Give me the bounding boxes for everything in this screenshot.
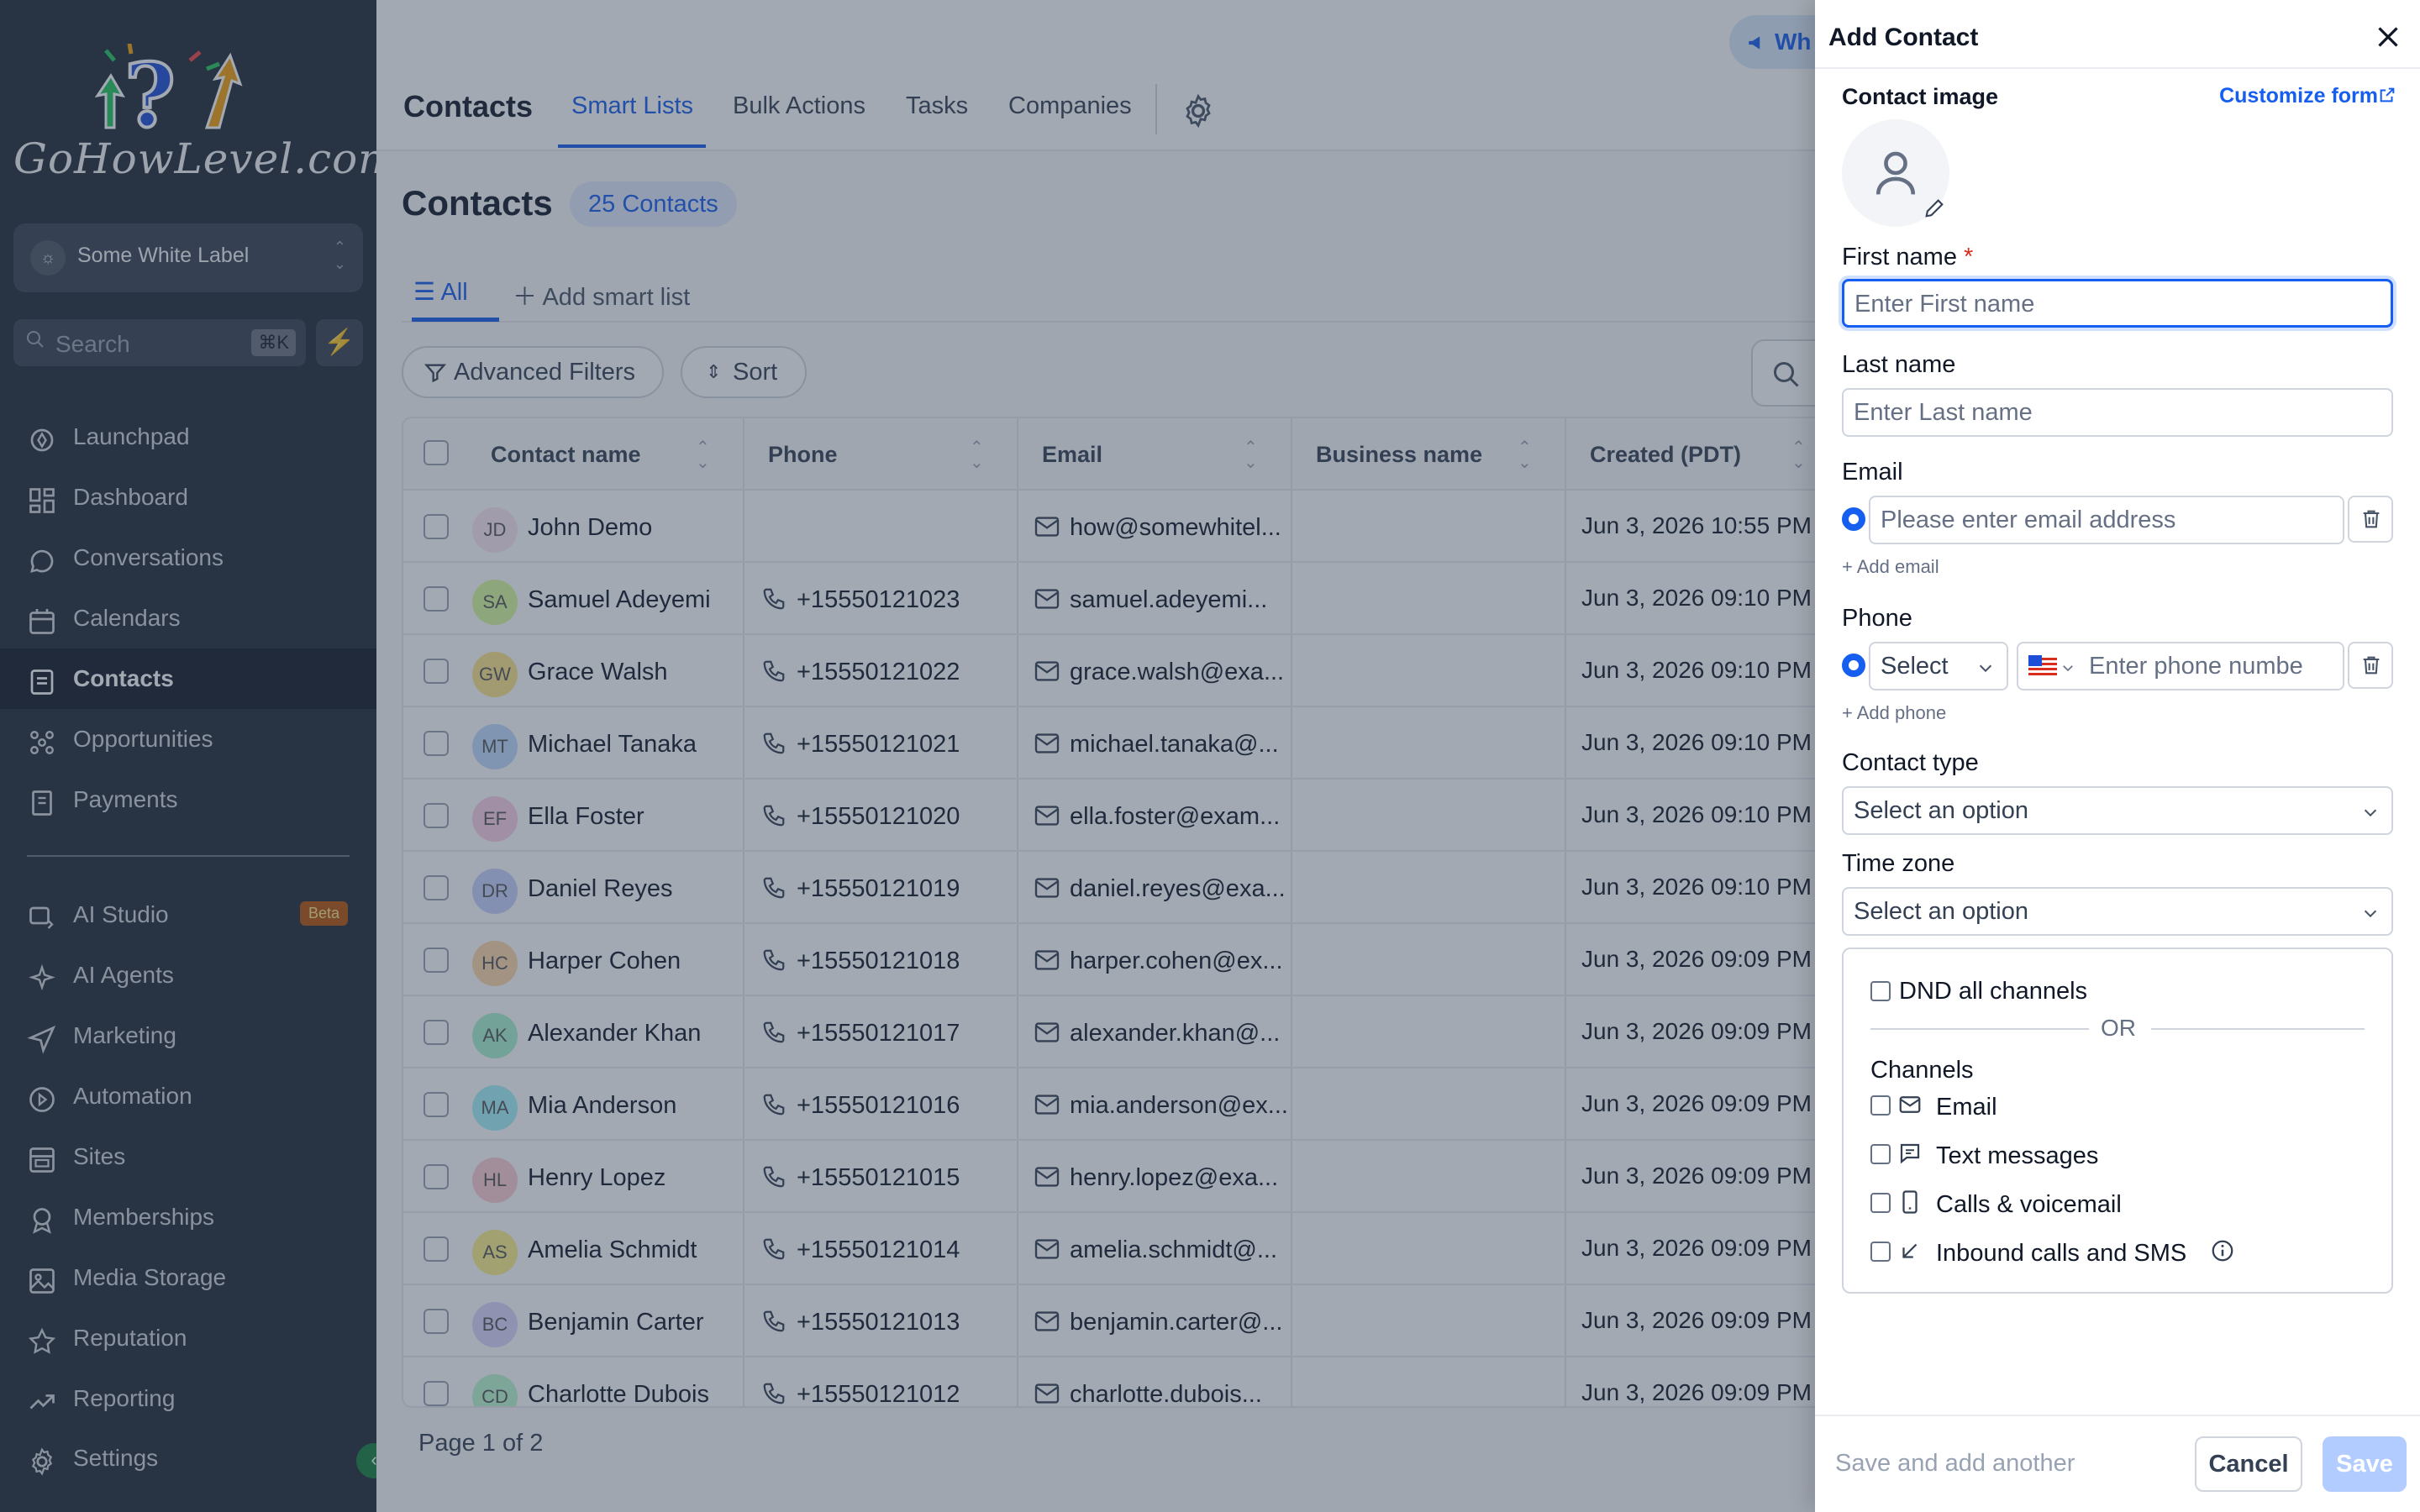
info-icon[interactable] <box>2210 1238 2235 1263</box>
save-and-add-another-button[interactable]: Save and add another <box>1835 1450 2075 1478</box>
us-flag-icon <box>2028 655 2057 677</box>
dnd-email-checkbox[interactable] <box>1870 1095 1891 1116</box>
close-icon[interactable] <box>2373 22 2403 52</box>
dnd-calls-checkbox[interactable] <box>1870 1193 1891 1213</box>
last-name-label: Last name <box>1842 351 1956 378</box>
inbound-arrow-icon <box>1902 1243 1918 1258</box>
contact-type-value: Select an option <box>1854 797 2028 824</box>
panel-title: Add Contact <box>1828 24 1979 51</box>
chevron-down-icon <box>2364 809 2377 817</box>
chevron-down-icon <box>2063 665 2073 672</box>
phone-placeholder: Enter phone numbe <box>2089 653 2303 680</box>
first-name-input[interactable]: Enter First name <box>1842 279 2393 328</box>
add-email-link[interactable]: + Add email <box>1842 556 1939 578</box>
phone-type-value: Select <box>1881 653 1949 680</box>
phone-input[interactable]: Enter phone numbe <box>2017 642 2344 690</box>
time-zone-label: Time zone <box>1842 850 1955 877</box>
save-button[interactable]: Save <box>2323 1436 2407 1492</box>
dnd-calls-label: Calls & voicemail <box>1936 1191 2122 1218</box>
chevron-down-icon <box>1979 664 1992 673</box>
last-name-input[interactable]: Enter Last name <box>1842 388 2393 437</box>
dnd-email-label: Email <box>1936 1094 1997 1121</box>
time-zone-value: Select an option <box>1854 898 2028 925</box>
phone-label: Phone <box>1842 605 1912 632</box>
mail-icon <box>1899 1096 1921 1113</box>
first-name-label-text: First name <box>1842 244 1957 270</box>
external-link-icon <box>2380 87 2395 102</box>
or-divider-left <box>1870 1028 2089 1030</box>
trash-icon <box>2363 656 2380 675</box>
or-divider-right <box>2151 1028 2365 1030</box>
trash-icon <box>2363 510 2380 528</box>
channels-label: Channels <box>1870 1057 1974 1084</box>
required-asterisk: * <box>1964 244 1974 270</box>
message-icon <box>1900 1143 1920 1164</box>
mobile-phone-icon <box>1902 1190 1918 1214</box>
time-zone-select[interactable]: Select an option <box>1842 887 2393 936</box>
add-contact-panel: Add Contact Contact image Customize form… <box>1815 0 2420 1512</box>
user-icon <box>1876 151 1916 195</box>
delete-email-button[interactable] <box>2348 496 2393 543</box>
first-name-label: First name * <box>1842 244 1973 271</box>
phone-type-select[interactable]: Select <box>1869 642 2008 690</box>
dnd-inbound-checkbox[interactable] <box>1870 1242 1891 1262</box>
delete-phone-button[interactable] <box>2348 642 2393 689</box>
dnd-inbound-label: Inbound calls and SMS <box>1936 1240 2187 1267</box>
email-input[interactable]: Please enter email address <box>1869 496 2344 544</box>
panel-header-divider <box>1815 67 2420 69</box>
dnd-all-checkbox[interactable] <box>1870 981 1891 1001</box>
email-primary-radio[interactable] <box>1842 507 1865 531</box>
add-phone-link[interactable]: + Add phone <box>1842 702 1946 724</box>
customize-form-link[interactable]: Customize form <box>2219 84 2378 108</box>
contact-image-label: Contact image <box>1842 84 1999 109</box>
or-label: OR <box>2101 1015 2136 1041</box>
dnd-text-label: Text messages <box>1936 1142 2099 1169</box>
contact-type-label: Contact type <box>1842 749 1979 776</box>
edit-pencil-icon[interactable] <box>1923 197 1946 220</box>
panel-footer-divider <box>1815 1415 2420 1416</box>
chevron-down-icon <box>2364 910 2377 918</box>
email-label: Email <box>1842 459 1903 486</box>
dnd-all-label: DND all channels <box>1899 978 2088 1005</box>
modal-overlay[interactable] <box>0 0 1815 1512</box>
cancel-button[interactable]: Cancel <box>2195 1436 2302 1492</box>
dnd-text-checkbox[interactable] <box>1870 1144 1891 1164</box>
contact-type-select[interactable]: Select an option <box>1842 786 2393 835</box>
phone-primary-radio[interactable] <box>1842 654 1865 677</box>
